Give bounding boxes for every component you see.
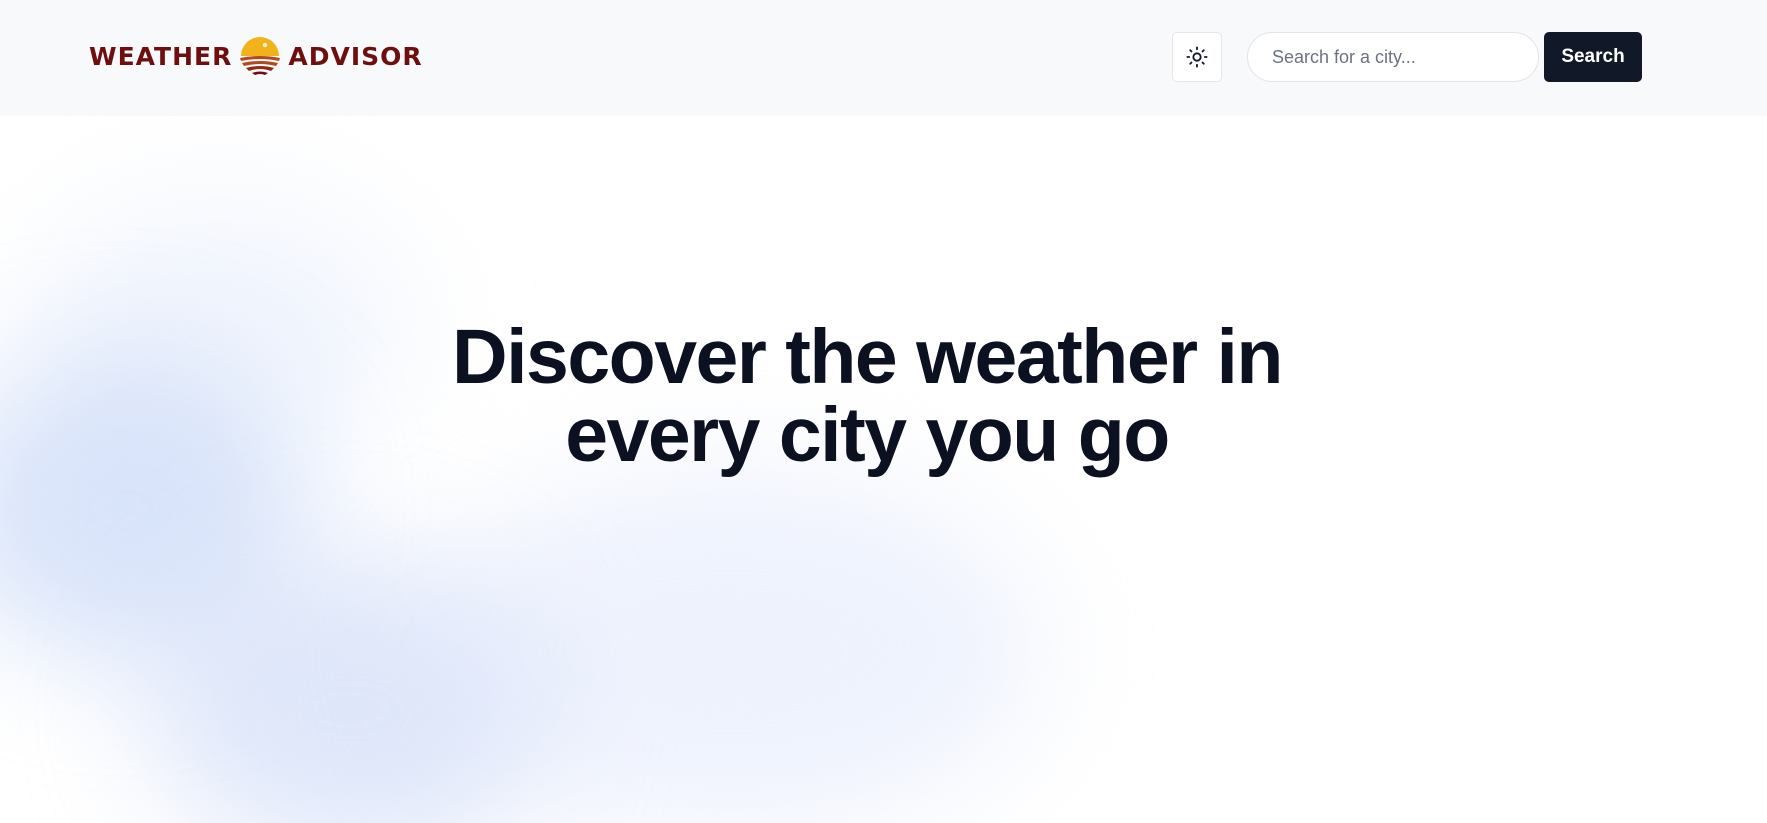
hero-title: Discover the weather in every city you g… — [0, 318, 1734, 474]
city-search-input[interactable] — [1247, 32, 1539, 82]
logo-word-weather: WEATHER — [89, 41, 233, 71]
page: WEATHER ADVISOR Search for a city... Sea… — [0, 0, 1767, 823]
hero-section: Discover the weather in every city you g… — [0, 318, 1734, 474]
logo-word-advisor: ADVISOR — [288, 41, 423, 71]
sun-icon — [1186, 46, 1208, 68]
hero-title-line-1: Discover the weather in — [452, 314, 1283, 400]
sunset-logo-icon — [240, 37, 281, 75]
background-glow — [420, 470, 1040, 823]
background-glow — [150, 560, 550, 823]
top-header: WEATHER ADVISOR Search for a city... Sea… — [0, 0, 1767, 116]
search-button[interactable]: Search — [1544, 32, 1642, 82]
hero-title-line-2: every city you go — [565, 392, 1170, 478]
theme-toggle-button[interactable] — [1172, 32, 1222, 82]
brand-logo[interactable]: WEATHER ADVISOR — [89, 34, 423, 78]
